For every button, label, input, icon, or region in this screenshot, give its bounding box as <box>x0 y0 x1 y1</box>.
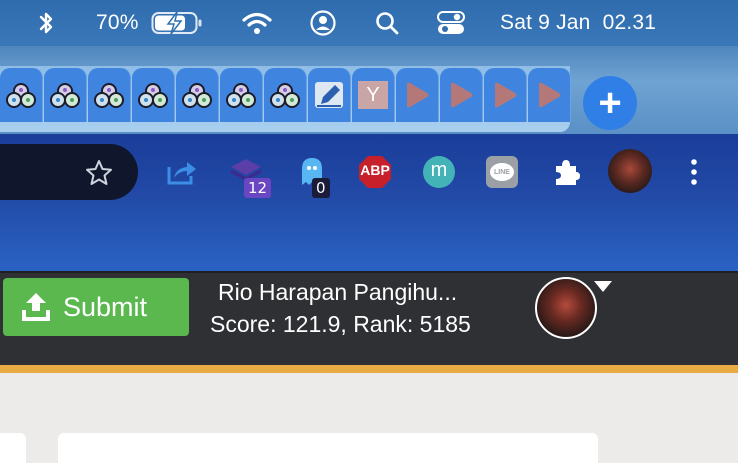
tab-strip: Y + <box>0 46 738 134</box>
browser-tab[interactable] <box>132 68 175 122</box>
address-bar[interactable] <box>0 144 138 200</box>
wifi-icon[interactable] <box>241 0 273 46</box>
more-menu-icon[interactable] <box>674 152 714 192</box>
side-card <box>0 433 26 463</box>
site-header: Submit Rio Harapan Pangihu... Score: 121… <box>0 271 738 367</box>
header-accent-line <box>0 365 738 373</box>
shared-drive-icon <box>225 81 257 109</box>
bluetooth-icon[interactable] <box>36 0 56 46</box>
battery-charging-icon[interactable] <box>151 0 203 46</box>
page-content <box>0 373 738 463</box>
menubar-clock[interactable]: Sat 9 Jan 02.31 <box>500 0 656 46</box>
datetime-text: Sat 9 Jan 02.31 <box>500 11 657 34</box>
browser-tab[interactable] <box>220 68 263 122</box>
spotlight-search-icon[interactable] <box>374 0 400 46</box>
main-card <box>58 433 598 463</box>
new-tab-button[interactable]: + <box>583 76 637 130</box>
username[interactable]: Rio Harapan Pangihu... <box>218 279 457 306</box>
line-label: LINE <box>494 168 510 176</box>
stack-icon[interactable]: 12 <box>226 152 272 198</box>
macos-menu-bar: 70% Sat 9 Jan 02.31 <box>0 0 738 46</box>
browser-tab[interactable] <box>528 68 571 122</box>
shared-drive-icon <box>137 81 169 109</box>
line-icon[interactable]: LINE <box>482 152 522 192</box>
browser-toolbar: 12 0 ABP m LINE <box>0 134 738 271</box>
browser-tab[interactable] <box>176 68 219 122</box>
y-icon-label: Y <box>366 83 380 106</box>
y-icon-box: Y <box>358 81 388 109</box>
stack-badge: 12 <box>244 178 272 198</box>
browser-tab[interactable] <box>308 68 351 122</box>
browser-tab[interactable] <box>396 68 439 122</box>
shared-drive-icon <box>269 81 301 109</box>
control-center-icon[interactable] <box>436 0 466 46</box>
pen-icon <box>313 80 345 110</box>
play-icon <box>402 80 432 110</box>
adblock-label: ABP <box>360 162 390 178</box>
new-tab-plus: + <box>598 81 622 125</box>
browser-tab[interactable] <box>440 68 483 122</box>
star-icon[interactable] <box>84 158 114 193</box>
submit-button[interactable]: Submit <box>3 278 189 336</box>
score-rank-text: Score: 121.9, Rank: 5185 <box>210 311 471 337</box>
browser-tab[interactable] <box>88 68 131 122</box>
share-icon[interactable] <box>162 152 202 192</box>
browser-tab[interactable] <box>0 68 43 122</box>
m-icon[interactable]: m <box>419 152 459 192</box>
profile-avatar[interactable] <box>607 148 653 194</box>
submit-label: Submit <box>63 291 148 322</box>
chevron-down-icon[interactable] <box>594 281 612 292</box>
user-avatar[interactable] <box>535 277 597 339</box>
shared-drive-icon <box>181 81 213 109</box>
browser-tab[interactable] <box>264 68 307 122</box>
user-icon[interactable] <box>310 0 336 46</box>
ghost-icon[interactable]: 0 <box>292 152 332 198</box>
browser-tab[interactable]: Y <box>352 68 395 122</box>
shared-drive-icon <box>49 81 81 109</box>
m-label: m <box>430 159 448 181</box>
shared-drive-icon <box>93 81 125 109</box>
upload-icon <box>19 290 53 324</box>
shared-drive-icon <box>5 81 37 109</box>
play-icon <box>490 80 520 110</box>
y-icon: Y <box>358 81 388 109</box>
adblock-icon[interactable]: ABP <box>355 152 395 192</box>
ghost-badge: 0 <box>312 178 330 198</box>
play-icon <box>534 80 564 110</box>
browser-tab[interactable] <box>44 68 87 122</box>
puzzle-icon[interactable] <box>546 152 586 192</box>
battery-percent-text: 70% <box>96 11 139 34</box>
battery-percent[interactable]: 70% <box>96 0 139 46</box>
play-icon <box>446 80 476 110</box>
browser-tab[interactable] <box>484 68 527 122</box>
